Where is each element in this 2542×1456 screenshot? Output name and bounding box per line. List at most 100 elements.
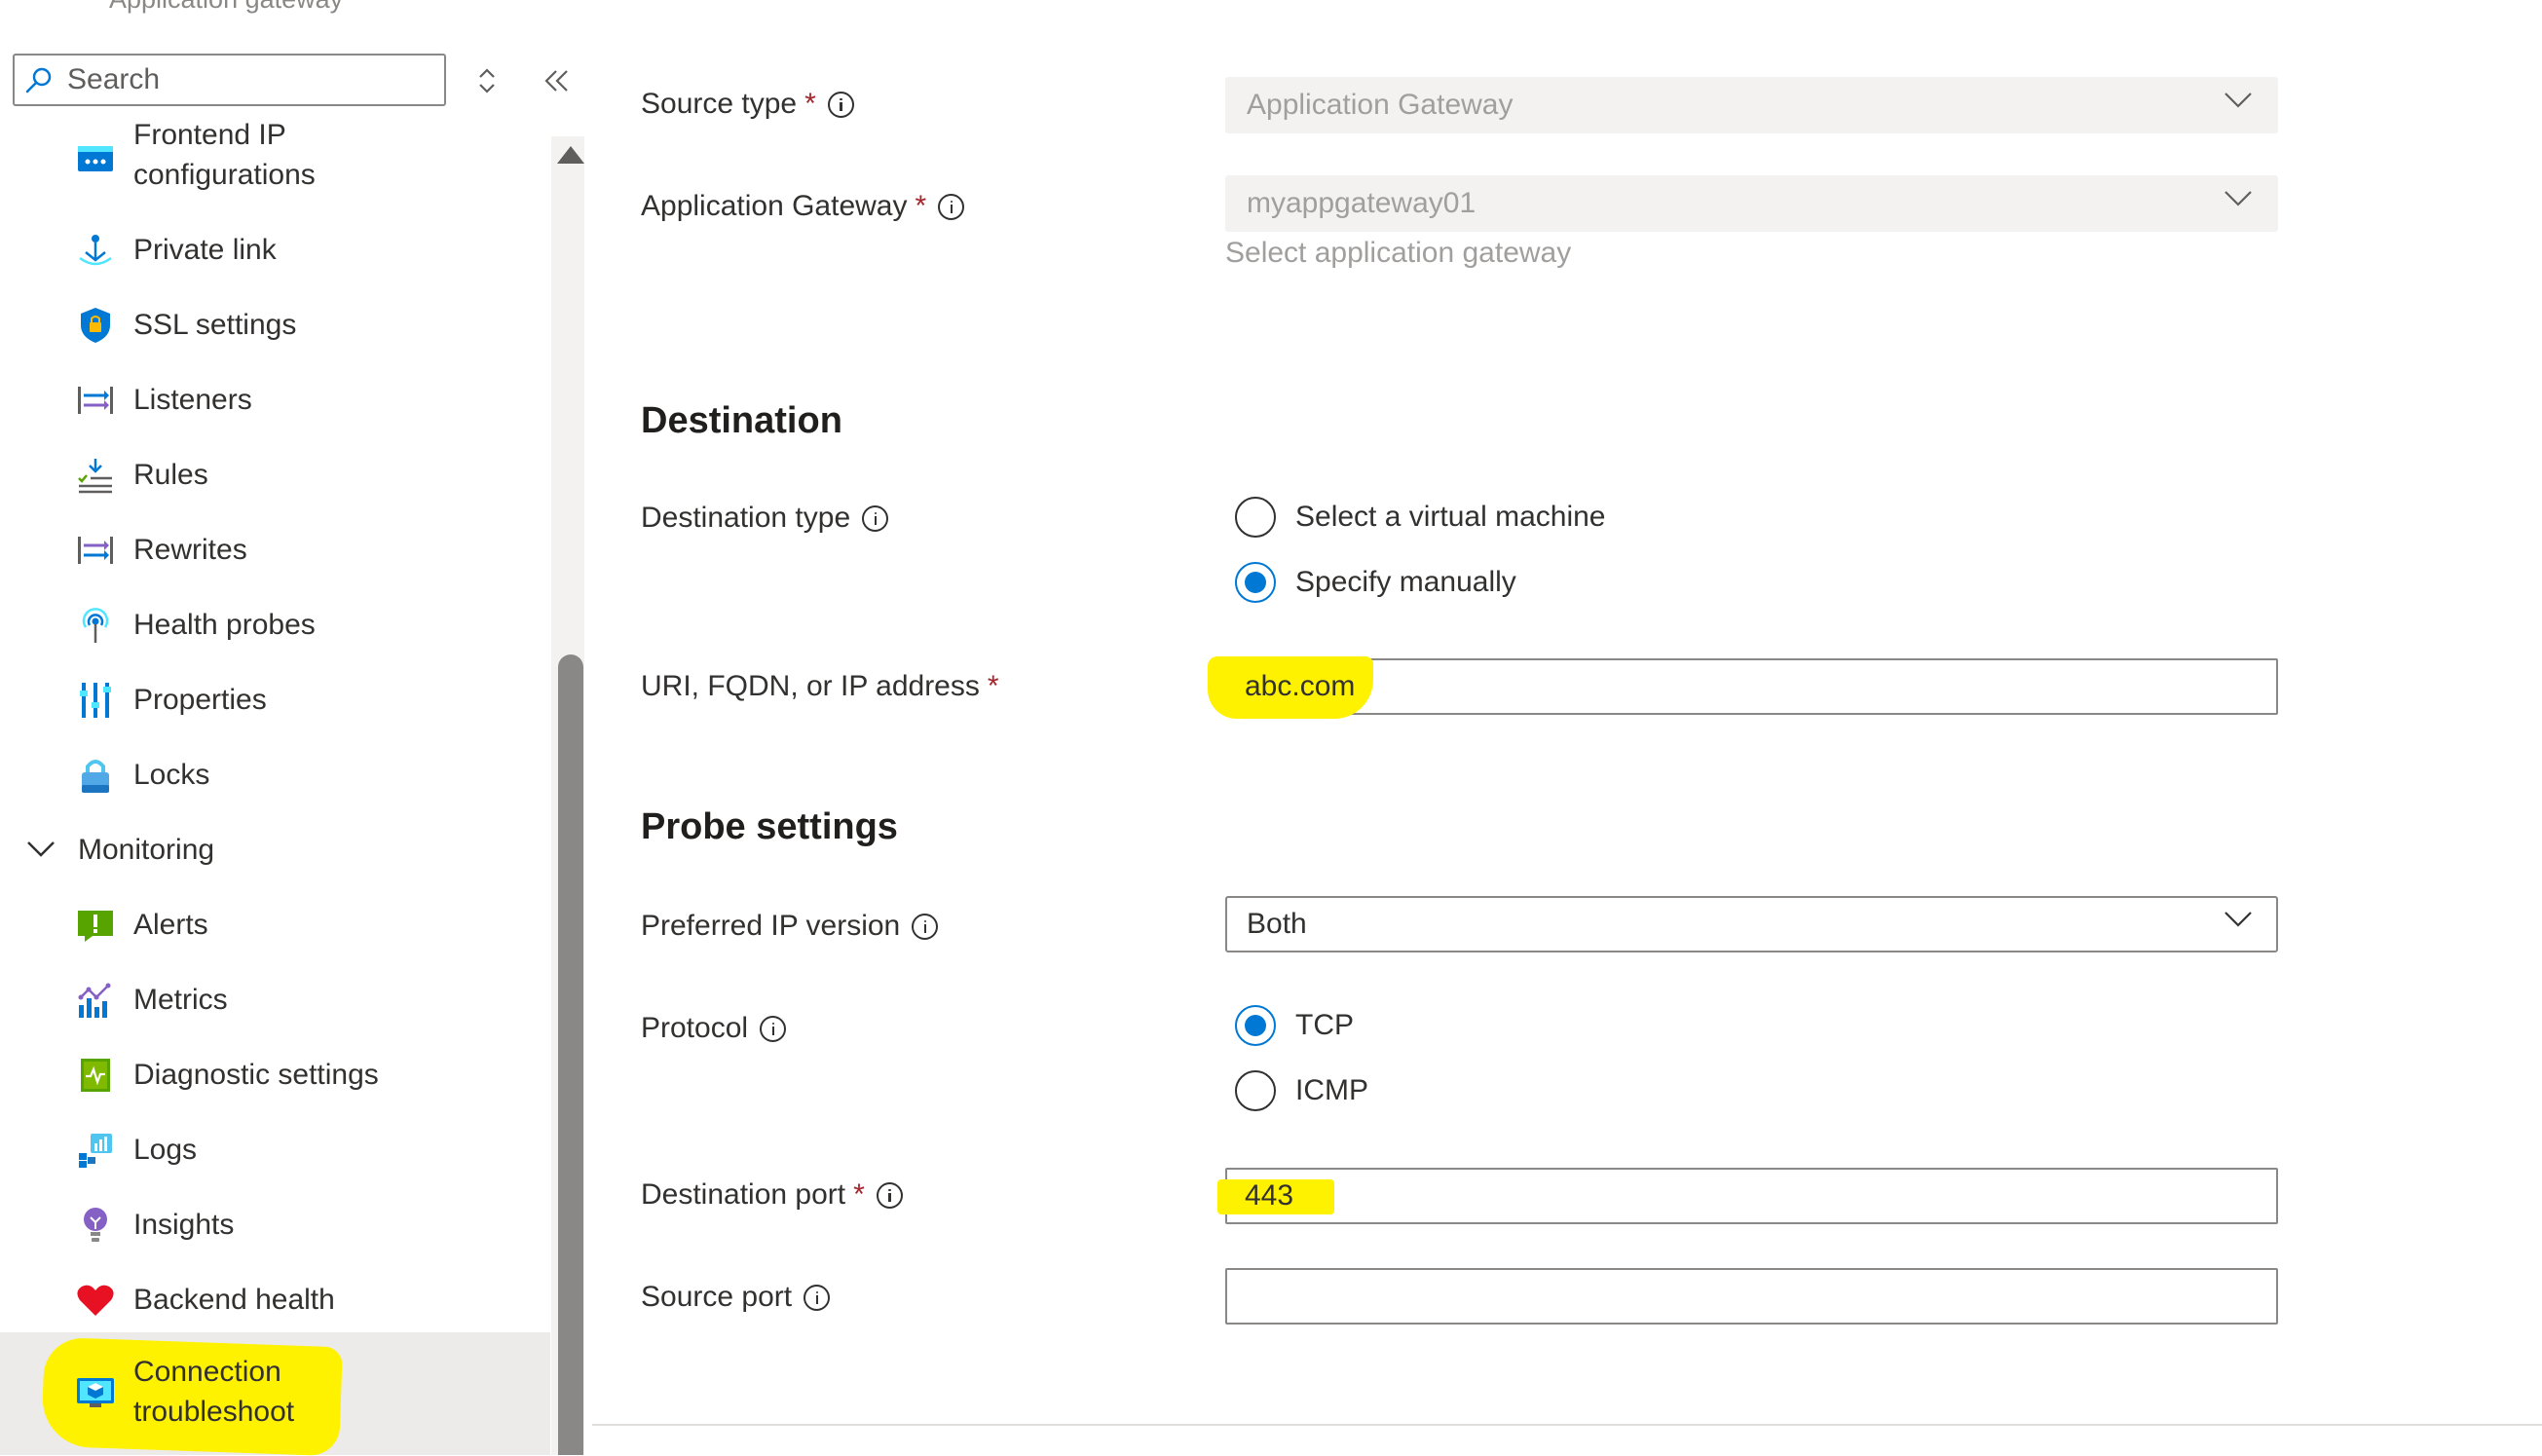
required-asterisk: *: [987, 670, 999, 702]
preferred-ip-version-label: Preferred IP version: [641, 910, 939, 943]
field-label: Protocol: [641, 1012, 749, 1044]
metrics-icon: [76, 981, 115, 1020]
radio-specify-manually[interactable]: Specify manually: [1235, 562, 1516, 603]
footer-divider: [592, 1424, 2542, 1426]
source-type-dropdown: Application Gateway: [1225, 77, 2278, 133]
application-gateway-dropdown: myappgateway01: [1225, 175, 2278, 232]
info-icon[interactable]: [760, 1015, 787, 1042]
input-value: 443: [1245, 1179, 1294, 1212]
dropdown-value: myappgateway01: [1247, 187, 1477, 219]
dropdown-value: Application Gateway: [1247, 89, 1514, 121]
radio-icmp[interactable]: ICMP: [1235, 1070, 1368, 1111]
info-icon[interactable]: [876, 1181, 903, 1209]
sidebar-item-label: Frontend IP: [133, 119, 286, 151]
chevron-down-icon: [2224, 191, 2252, 206]
sidebar-item-label: Metrics: [133, 984, 228, 1016]
info-icon[interactable]: [938, 193, 965, 220]
field-label: Source type: [641, 88, 798, 120]
source-port-label: Source port: [641, 1281, 831, 1314]
source-port-input[interactable]: [1225, 1268, 2278, 1325]
logs-icon: [76, 1131, 115, 1170]
chevron-down-icon: [27, 841, 55, 857]
info-icon[interactable]: [912, 913, 939, 940]
sidebar-item-label: Listeners: [133, 384, 252, 416]
search-icon: [25, 67, 52, 93]
required-asterisk: *: [804, 88, 816, 120]
rules-icon: [76, 456, 115, 495]
sidebar-item-label: Rules: [133, 459, 208, 491]
sidebar-item-label: troubleshoot: [133, 1396, 295, 1428]
field-label: Application Gateway: [641, 190, 908, 222]
radio-select-virtual-machine[interactable]: Select a virtual machine: [1235, 497, 1606, 538]
radio-button[interactable]: [1235, 1005, 1276, 1046]
scroll-up-arrow-icon[interactable]: [557, 146, 584, 164]
sidebar-item-connection-troubleshoot[interactable]: Connection troubleshoot: [0, 1332, 550, 1456]
collapse-menu-icon[interactable]: [542, 66, 573, 95]
search-input[interactable]: [65, 62, 420, 97]
source-type-label: Source type *: [641, 88, 854, 121]
radio-label: TCP: [1295, 1009, 1354, 1041]
destination-type-label: Destination type: [641, 502, 889, 535]
required-asterisk: *: [853, 1178, 865, 1211]
group-label: Monitoring: [78, 834, 215, 866]
lock-icon: [76, 756, 115, 795]
sidebar-item-label: Logs: [133, 1134, 198, 1166]
insights-icon: [76, 1206, 115, 1245]
sort-icon[interactable]: [472, 63, 502, 98]
sidebar-scrollbar-thumb[interactable]: [558, 654, 583, 1455]
sidebar-item-label: Connection: [133, 1356, 281, 1388]
connection-troubleshoot-icon: [76, 1373, 115, 1412]
destination-section-heading: Destination: [641, 400, 842, 441]
field-label: Destination type: [641, 502, 851, 534]
sidebar-item-label: Properties: [133, 684, 267, 716]
input-value: abc.com: [1245, 670, 1356, 702]
chevron-down-icon: [2224, 93, 2252, 108]
sidebar-item-label: Insights: [133, 1209, 235, 1241]
resource-type-subtitle: Application gateway: [109, 0, 343, 15]
ssl-shield-icon: [76, 306, 115, 345]
radio-button[interactable]: [1235, 497, 1276, 538]
private-link-icon: [76, 231, 115, 270]
field-label: URI, FQDN, or IP address: [641, 670, 980, 702]
sidebar-item-label: Health probes: [133, 609, 316, 641]
protocol-label: Protocol: [641, 1012, 787, 1045]
radio-button[interactable]: [1235, 562, 1276, 603]
required-asterisk: *: [915, 190, 927, 222]
info-icon[interactable]: [827, 91, 854, 118]
input-value: [1227, 1270, 1262, 1323]
resource-menu: Application gateway Frontend IP configur…: [0, 0, 589, 1456]
field-label: Preferred IP version: [641, 910, 901, 942]
sidebar-item-label: Locks: [133, 759, 210, 791]
dropdown-value: Both: [1247, 908, 1307, 940]
field-label: Destination port: [641, 1178, 846, 1211]
field-label: Source port: [641, 1281, 793, 1313]
alerts-icon: [76, 906, 115, 945]
application-gateway-hint: Select application gateway: [1225, 237, 1572, 269]
chevron-down-icon: [2224, 912, 2252, 927]
frontend-ip-icon: [76, 138, 115, 177]
sidebar-item-label: Alerts: [133, 909, 208, 941]
heart-icon: [76, 1281, 115, 1320]
sidebar-item-label: Backend health: [133, 1284, 335, 1316]
sidebar-item-label: Diagnostic settings: [133, 1059, 379, 1091]
uri-label: URI, FQDN, or IP address *: [641, 670, 999, 703]
sidebar-item-label: configurations: [133, 159, 316, 191]
sidebar-item-frontend-ip[interactable]: Frontend IP configurations: [0, 115, 550, 199]
info-icon[interactable]: [804, 1284, 831, 1311]
radio-button[interactable]: [1235, 1070, 1276, 1111]
rewrites-icon: [76, 531, 115, 570]
radio-tcp[interactable]: TCP: [1235, 1005, 1354, 1046]
application-gateway-label: Application Gateway *: [641, 190, 965, 223]
radio-label: Select a virtual machine: [1295, 501, 1606, 533]
menu-search-box[interactable]: [13, 54, 446, 106]
sidebar-item-label: SSL settings: [133, 309, 297, 341]
properties-icon: [76, 681, 115, 720]
radio-label: Specify manually: [1295, 566, 1516, 598]
destination-port-input[interactable]: 443: [1217, 1168, 2278, 1224]
info-icon[interactable]: [862, 504, 889, 532]
uri-input[interactable]: abc.com: [1208, 656, 2278, 719]
probe-settings-section-heading: Probe settings: [641, 806, 898, 847]
diagnostic-settings-icon: [76, 1056, 115, 1095]
preferred-ip-version-dropdown[interactable]: Both: [1225, 896, 2278, 952]
destination-port-label: Destination port *: [641, 1178, 903, 1212]
